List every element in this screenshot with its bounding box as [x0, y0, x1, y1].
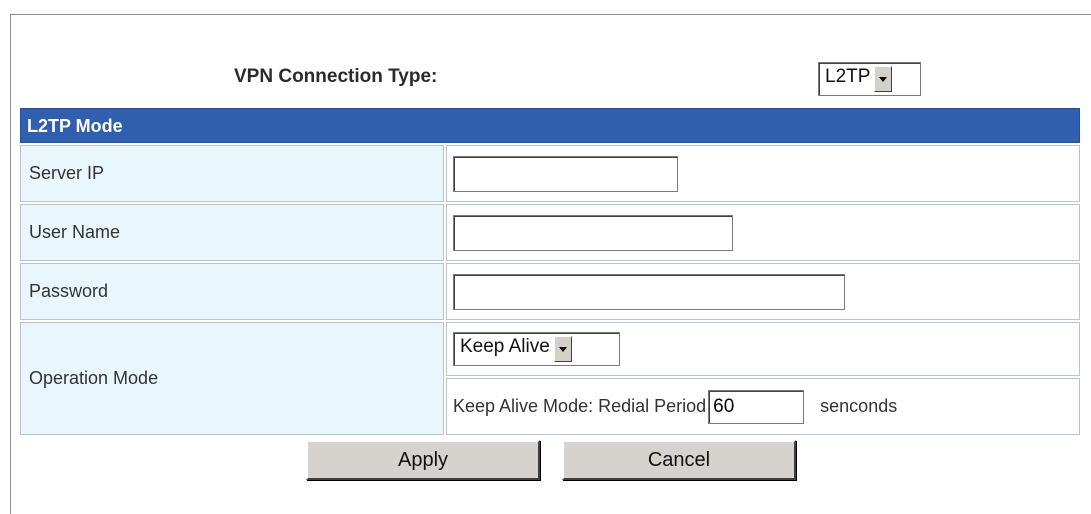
- dropdown-arrow-icon[interactable]: [553, 336, 572, 362]
- user-name-cell: [446, 204, 1080, 261]
- password-label: Password: [20, 263, 444, 320]
- redial-period-input[interactable]: [708, 389, 805, 424]
- operation-mode-row: Operation Mode Keep Alive Keep Alive Mod…: [20, 322, 1080, 435]
- operation-mode-select-cell: Keep Alive: [446, 322, 1080, 376]
- vpn-connection-type-label: VPN Connection Type:: [234, 66, 438, 87]
- redial-period-unit: senconds: [820, 396, 898, 416]
- apply-button[interactable]: Apply: [306, 440, 540, 480]
- l2tp-settings-table: L2TP Mode Server IP User Name Password O…: [20, 108, 1080, 435]
- server-ip-cell: [446, 145, 1080, 202]
- section-header: L2TP Mode: [20, 108, 1080, 143]
- user-name-row: User Name: [20, 204, 1080, 261]
- redial-period-cell: Keep Alive Mode: Redial Period senconds: [446, 378, 1080, 435]
- operation-mode-values: Keep Alive Keep Alive Mode: Redial Perio…: [446, 322, 1080, 435]
- operation-mode-select[interactable]: Keep Alive: [453, 332, 620, 366]
- cancel-button[interactable]: Cancel: [562, 440, 796, 480]
- password-cell: [446, 263, 1080, 320]
- server-ip-label: Server IP: [20, 145, 444, 202]
- server-ip-input[interactable]: [453, 155, 678, 192]
- server-ip-row: Server IP: [20, 145, 1080, 202]
- user-name-input[interactable]: [453, 214, 733, 251]
- user-name-label: User Name: [20, 204, 444, 261]
- redial-period-label: Keep Alive Mode: Redial Period: [453, 396, 707, 416]
- vpn-connection-type-select[interactable]: L2TP: [818, 62, 921, 96]
- vpn-connection-type-value: L2TP: [825, 66, 871, 87]
- password-row: Password: [20, 263, 1080, 320]
- password-input[interactable]: [453, 273, 845, 310]
- operation-mode-value: Keep Alive: [460, 336, 550, 357]
- dropdown-arrow-icon[interactable]: [874, 66, 893, 92]
- operation-mode-label: Operation Mode: [20, 322, 444, 435]
